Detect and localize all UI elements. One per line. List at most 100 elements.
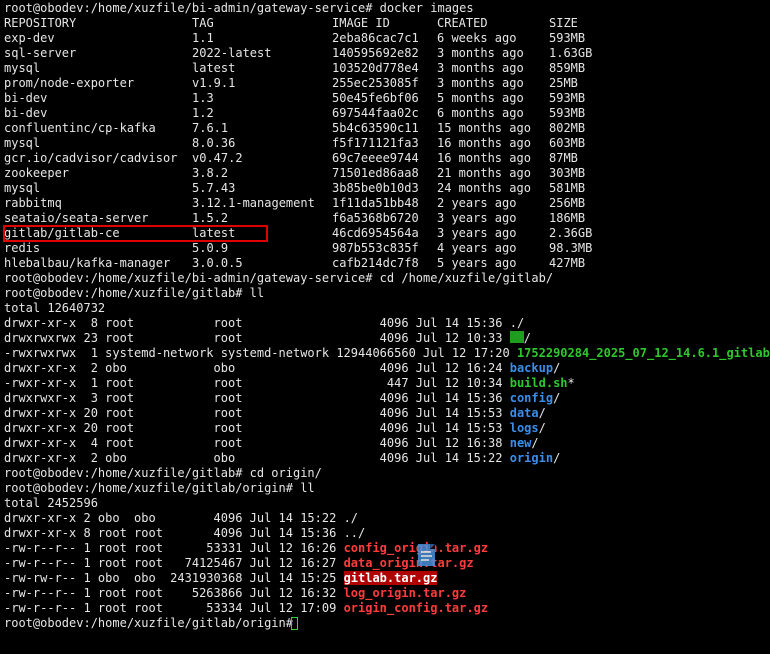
created-cell: 21 months ago <box>437 166 531 180</box>
size-cell: 25MB <box>549 76 578 90</box>
image-id-cell: 50e45fe6bf06 <box>332 91 419 105</box>
image-id-cell: 5b4c63590c11 <box>332 121 419 135</box>
created-cell: CREATED <box>437 16 488 30</box>
file-meta: drwxr-xr-x 8 root root 4096 Jul 14 15:36 <box>4 526 344 540</box>
file-name[interactable]: logs <box>510 421 539 435</box>
tag-cell: 5.7.43 <box>192 181 236 195</box>
repository-cell: confluentinc/cp-kafka <box>4 121 156 135</box>
size-cell: 256MB <box>549 196 586 210</box>
file-suffix: / <box>531 436 539 450</box>
file-suffix: / <box>553 391 561 405</box>
repository-cell: mysql <box>4 136 41 150</box>
file-meta: -rw-r--r-- 1 root root 5263866 Jul 12 16… <box>4 586 344 600</box>
created-cell: 6 weeks ago <box>437 31 517 45</box>
repository-cell: mysql <box>4 181 41 195</box>
image-id-cell: f6a5368b6720 <box>332 211 419 225</box>
file-name[interactable]: 1752290284_2025_07_12_14.6.1_gitlab_back… <box>517 346 770 360</box>
document-icon <box>418 544 435 566</box>
repository-cell: zookeeper <box>4 166 70 180</box>
file-name[interactable]: ./ <box>510 316 524 330</box>
created-cell: 3 months ago <box>437 61 524 75</box>
highlight-box <box>3 225 268 242</box>
file-meta: drwxr-xr-x 20 root root 4096 Jul 14 15:5… <box>4 406 510 420</box>
image-id-cell: 2eba86cac7c1 <box>332 31 419 45</box>
image-id-cell: 71501ed86aa8 <box>332 166 419 180</box>
created-cell: 6 months ago <box>437 106 524 120</box>
listing-row: drwxr-xr-x 20 root root 4096 Jul 14 15:5… <box>4 406 546 421</box>
file-name[interactable]: ../ <box>344 526 366 540</box>
repository-cell: mysql <box>4 61 41 75</box>
created-cell: 5 months ago <box>437 91 524 105</box>
terminal-window[interactable]: root@obodev:/home/xuzfile/bi-admin/gatew… <box>0 0 770 654</box>
created-cell: 24 months ago <box>437 181 531 195</box>
listing-row: drwxr-xr-x 2 obo obo 4096 Jul 14 15:22 .… <box>4 511 358 526</box>
repository-cell: bi-dev <box>4 91 48 105</box>
prompt-line: root@obodev:/home/xuzfile/gitlab# cd ori… <box>4 466 322 480</box>
file-meta: drwxr-xr-x 20 root root 4096 Jul 14 15:5… <box>4 421 510 435</box>
file-suffix: / <box>553 361 561 375</box>
file-meta: -rwxrwxrwx 1 systemd-network systemd-net… <box>4 346 517 360</box>
file-name[interactable]: config <box>510 391 553 405</box>
file-name[interactable]: config_origin.tar.gz <box>344 541 489 555</box>
file-name[interactable]: backup <box>510 361 553 375</box>
size-cell: 603MB <box>549 136 586 150</box>
file-name[interactable]: ./ <box>344 511 358 525</box>
repository-cell: gcr.io/cadvisor/cadvisor <box>4 151 178 165</box>
file-name[interactable]: origin_config.tar.gz <box>344 601 489 615</box>
created-cell: 3 years ago <box>437 226 517 240</box>
file-name[interactable]: new <box>510 436 532 450</box>
file-meta: -rw-r--r-- 1 root root 53331 Jul 12 16:2… <box>4 541 344 555</box>
listing-row: -rwxrwxrwx 1 systemd-network systemd-net… <box>4 346 770 361</box>
tag-cell: 5.0.9 <box>192 241 229 255</box>
output-line: total 12640732 <box>4 301 106 315</box>
file-name[interactable]: gitlab.tar.gz <box>343 571 438 585</box>
listing-row: -rw-rw-r-- 1 obo obo 2431930368 Jul 14 1… <box>4 571 438 586</box>
prompt-line: root@obodev:/home/xuzfile/gitlab# ll <box>4 286 265 300</box>
file-name[interactable]: log_origin.tar.gz <box>344 586 467 600</box>
tag-cell: 1.3 <box>192 91 214 105</box>
repository-cell: prom/node-exporter <box>4 76 135 90</box>
file-name[interactable]: data <box>510 406 539 420</box>
repository-cell: rabbitmq <box>4 196 62 210</box>
image-id-cell: 140595692e82 <box>332 46 419 60</box>
listing-row: drwxr-xr-x 4 root root 4096 Jul 12 16:38… <box>4 436 539 451</box>
file-meta: -rw-rw-r-- 1 obo obo 2431930368 Jul 14 1… <box>4 571 344 585</box>
block-cursor[interactable] <box>291 617 298 630</box>
listing-row: -rwxr-xr-x 1 root root 447 Jul 12 10:34 … <box>4 376 575 391</box>
prompt-line: root@obodev:/home/xuzfile/gitlab/origin#… <box>4 481 315 495</box>
image-id-cell: f5f171121fa3 <box>332 136 419 150</box>
file-meta: -rw-r--r-- 1 root root 53334 Jul 12 17:0… <box>4 601 344 615</box>
file-name[interactable]: origin <box>510 451 553 465</box>
file-name[interactable]: data_origin.tar.gz <box>344 556 474 570</box>
listing-row: drwxr-xr-x 2 obo obo 4096 Jul 12 16:24 b… <box>4 361 560 376</box>
file-meta: drwxr-xr-x 2 obo obo 4096 Jul 14 15:22 <box>4 511 344 525</box>
image-id-cell: cafb214dc7f8 <box>332 256 419 270</box>
file-suffix: / <box>523 331 531 345</box>
file-meta: drwxr-xr-x 8 root root 4096 Jul 14 15:36 <box>4 316 510 330</box>
image-id-cell: 46cd6954564a <box>332 226 419 240</box>
created-cell: 2 years ago <box>437 196 517 210</box>
tag-cell: v1.9.1 <box>192 76 236 90</box>
file-suffix: / <box>538 406 546 420</box>
repository-cell: seataio/seata-server <box>4 211 149 225</box>
hidden-dir-name[interactable] <box>509 331 524 343</box>
file-name[interactable]: build.sh <box>510 376 568 390</box>
listing-row: -rw-r--r-- 1 root root 53334 Jul 12 17:0… <box>4 601 488 616</box>
size-cell: 593MB <box>549 31 586 45</box>
tag-cell: 7.6.1 <box>192 121 229 135</box>
listing-row: drwxr-xr-x 2 obo obo 4096 Jul 14 15:22 o… <box>4 451 560 466</box>
tag-cell: 2022-latest <box>192 46 272 60</box>
size-cell: 593MB <box>549 91 586 105</box>
tag-cell: 3.12.1-management <box>192 196 315 210</box>
created-cell: 15 months ago <box>437 121 531 135</box>
repository-cell: redis <box>4 241 41 255</box>
created-cell: 3 months ago <box>437 46 524 60</box>
image-id-cell: 987b553c835f <box>332 241 419 255</box>
created-cell: 3 years ago <box>437 211 517 225</box>
file-meta: drwxrwxrwx 23 root root 4096 Jul 12 10:3… <box>4 331 510 345</box>
tag-cell: 1.1 <box>192 31 214 45</box>
tag-cell: v0.47.2 <box>192 151 243 165</box>
size-cell: 186MB <box>549 211 586 225</box>
listing-row: drwxr-xr-x 8 root root 4096 Jul 14 15:36… <box>4 526 365 541</box>
image-id-cell: 103520d778e4 <box>332 61 419 75</box>
